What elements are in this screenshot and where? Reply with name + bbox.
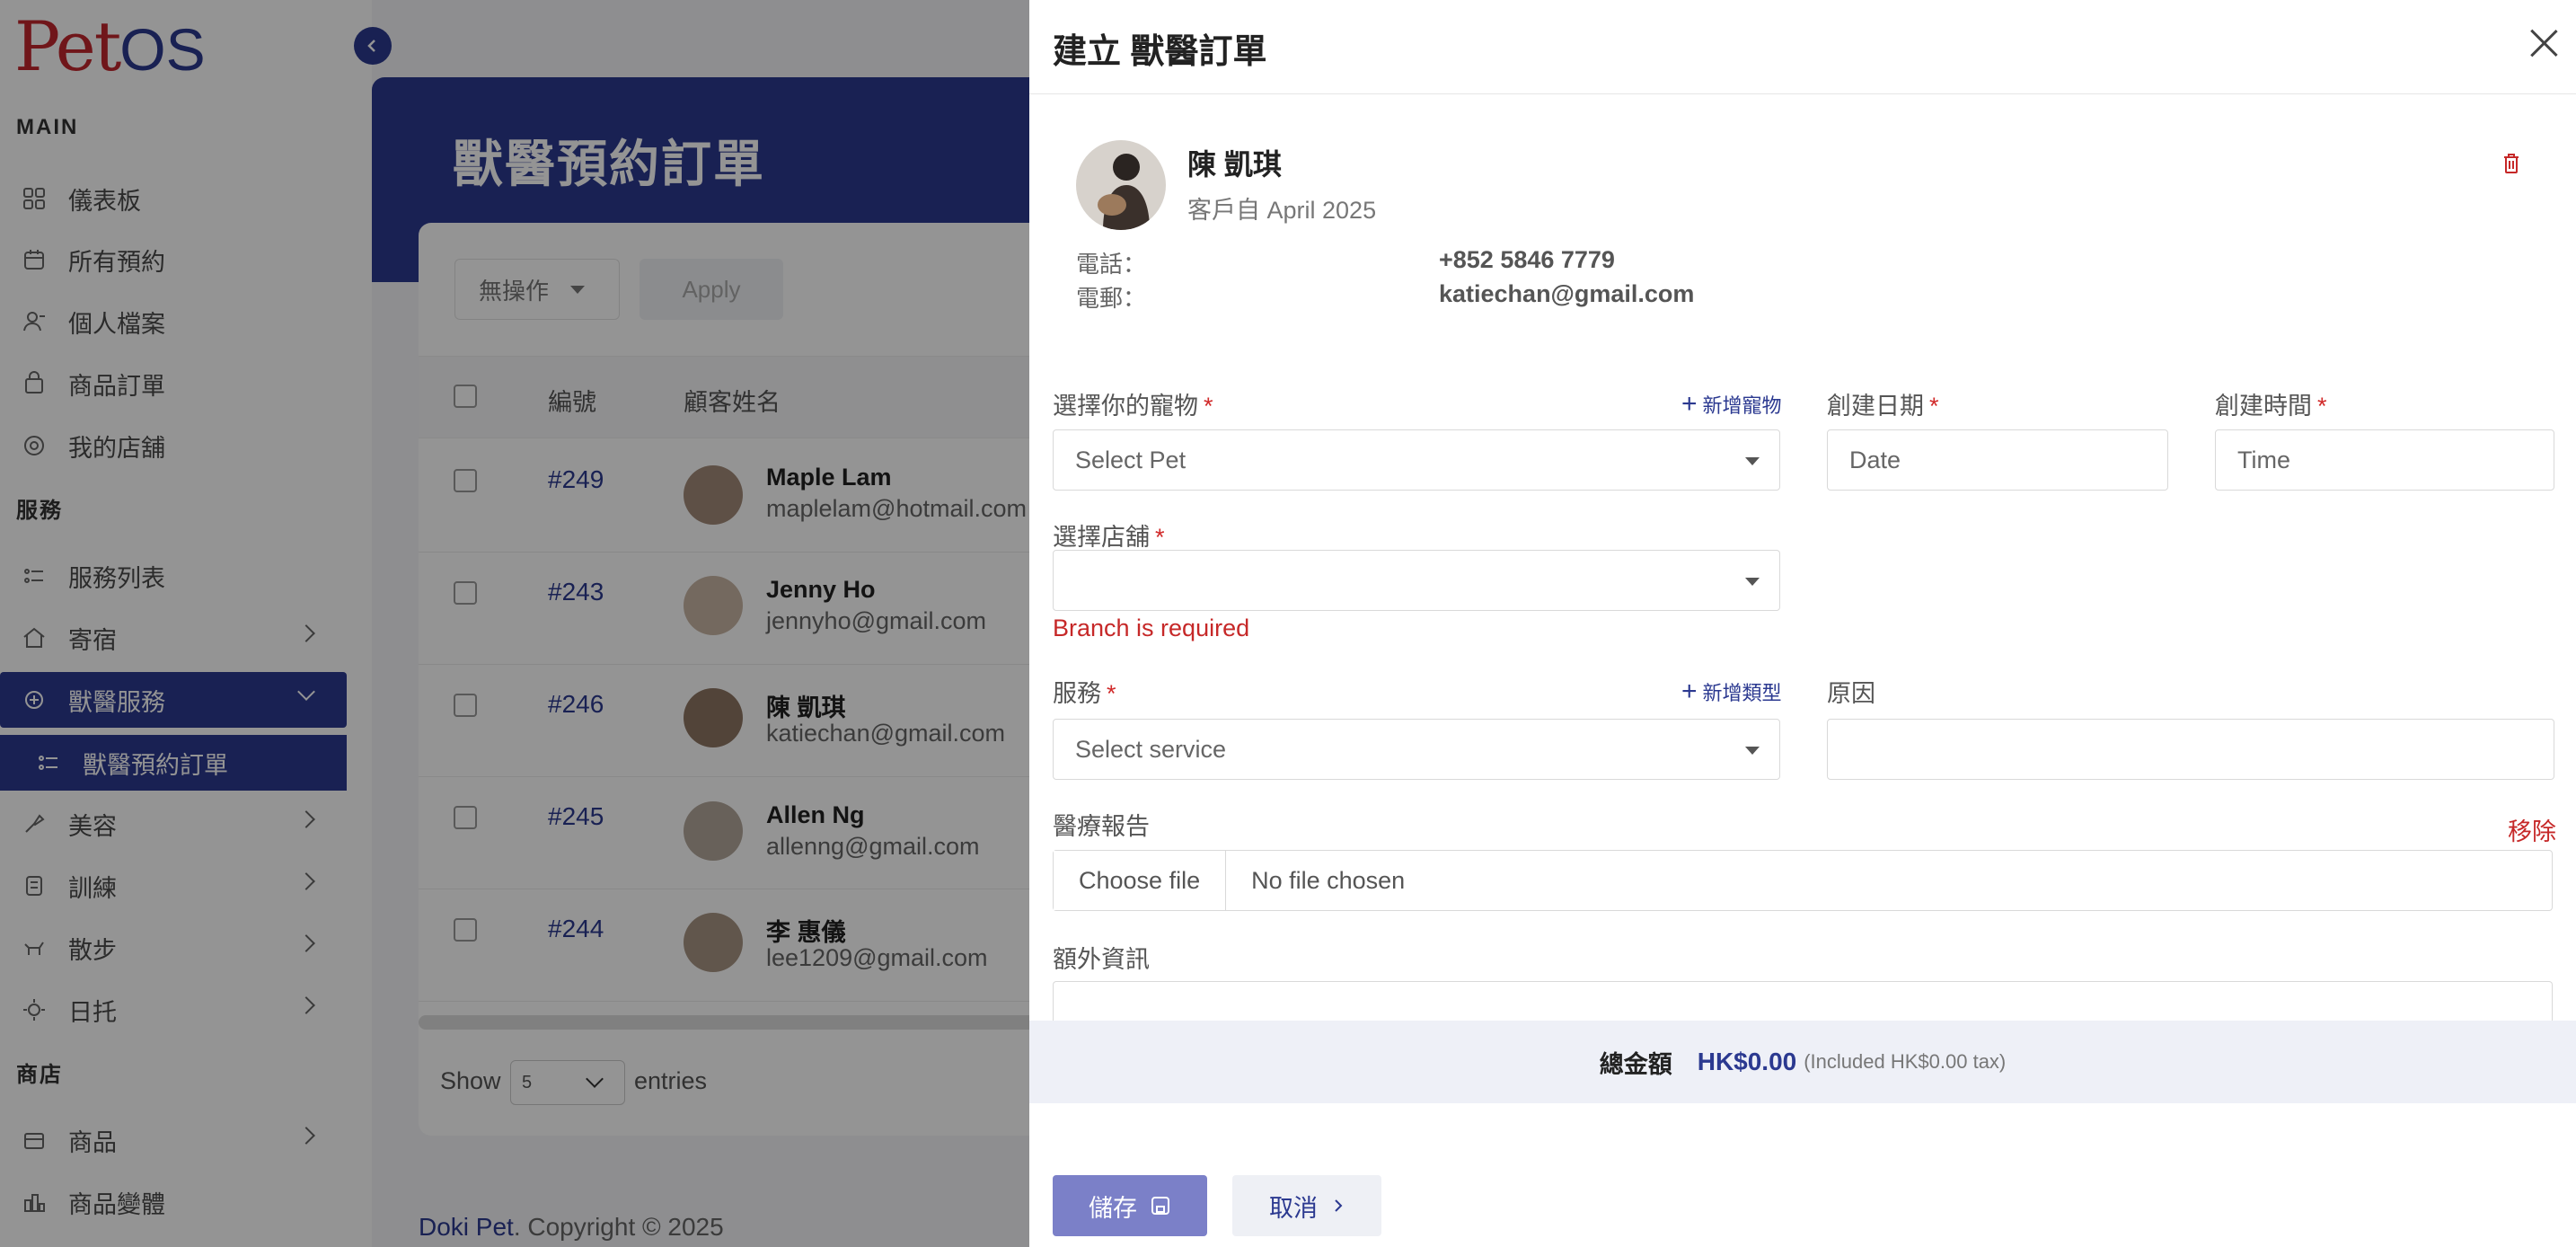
customer-avatar bbox=[1076, 140, 1166, 230]
time-input[interactable]: Time bbox=[2215, 429, 2554, 491]
save-icon bbox=[1151, 1197, 1169, 1215]
total-amount: HK$0.00 bbox=[1697, 1048, 1797, 1075]
branch-select[interactable] bbox=[1053, 550, 1780, 611]
total-bar: 總金額 HK$0.00 (Included HK$0.00 tax) bbox=[1029, 1021, 2576, 1103]
phone-label: 電話： bbox=[1076, 251, 1147, 278]
file-status: No file chosen bbox=[1251, 866, 1406, 894]
create-vet-order-drawer: 建立 獸醫訂單 陳 凱琪 客戶自 April 2025 電話： +852 584… bbox=[1029, 0, 2576, 1247]
caret-down-icon bbox=[1745, 457, 1760, 465]
remove-file-link[interactable]: 移除 bbox=[2508, 812, 2556, 847]
total-label: 總金額 bbox=[1599, 1050, 1672, 1078]
chevron-right-icon bbox=[1335, 1199, 1343, 1212]
close-icon[interactable] bbox=[2527, 27, 2560, 59]
date-input[interactable]: Date bbox=[1827, 429, 2168, 491]
trash-icon[interactable] bbox=[2502, 153, 2520, 174]
email-label: 電郵： bbox=[1076, 285, 1147, 312]
pet-field-label: 選擇你的寵物 * bbox=[1053, 393, 1213, 420]
divider bbox=[1029, 93, 2576, 94]
time-field-label: 創建時間 * bbox=[2215, 393, 2327, 420]
customer-name: 陳 凱琪 bbox=[1187, 148, 1282, 181]
add-pet-link[interactable]: + 新增寵物 bbox=[1681, 390, 1782, 419]
service-field-label: 服務 * bbox=[1053, 680, 1116, 707]
report-field-label: 醫療報告 bbox=[1053, 813, 1150, 840]
phone-value: +852 5846 7779 bbox=[1439, 246, 1615, 273]
email-value: katiechan@gmail.com bbox=[1439, 280, 1695, 307]
branch-field-label: 選擇店舖 * bbox=[1053, 524, 1165, 551]
caret-down-icon bbox=[1745, 578, 1760, 586]
caret-down-icon bbox=[1745, 747, 1760, 755]
file-input[interactable]: Choose file No file chosen bbox=[1053, 850, 2553, 911]
add-type-link[interactable]: + 新增類型 bbox=[1681, 677, 1782, 706]
choose-file-button[interactable]: Choose file bbox=[1054, 851, 1227, 910]
reason-input[interactable] bbox=[1827, 719, 2554, 780]
modal-backdrop[interactable] bbox=[0, 0, 1029, 1247]
pet-select[interactable]: Select Pet bbox=[1053, 429, 1780, 491]
total-tax: (Included HK$0.00 tax) bbox=[1804, 1050, 2007, 1073]
service-select[interactable]: Select service bbox=[1053, 719, 1780, 780]
plus-icon: + bbox=[1681, 677, 1698, 706]
plus-icon: + bbox=[1681, 389, 1698, 419]
save-button[interactable]: 儲存 bbox=[1053, 1175, 1207, 1236]
extra-info-label: 額外資訊 bbox=[1053, 946, 1150, 973]
cancel-button[interactable]: 取消 bbox=[1232, 1175, 1381, 1236]
date-field-label: 創建日期 * bbox=[1827, 393, 1939, 420]
drawer-title: 建立 獸醫訂單 bbox=[1053, 33, 1267, 71]
reason-field-label: 原因 bbox=[1827, 680, 1875, 707]
customer-since: 客戶自 April 2025 bbox=[1187, 197, 1377, 224]
extra-info-textarea[interactable] bbox=[1053, 981, 2553, 1022]
branch-error: Branch is required bbox=[1053, 615, 1250, 641]
